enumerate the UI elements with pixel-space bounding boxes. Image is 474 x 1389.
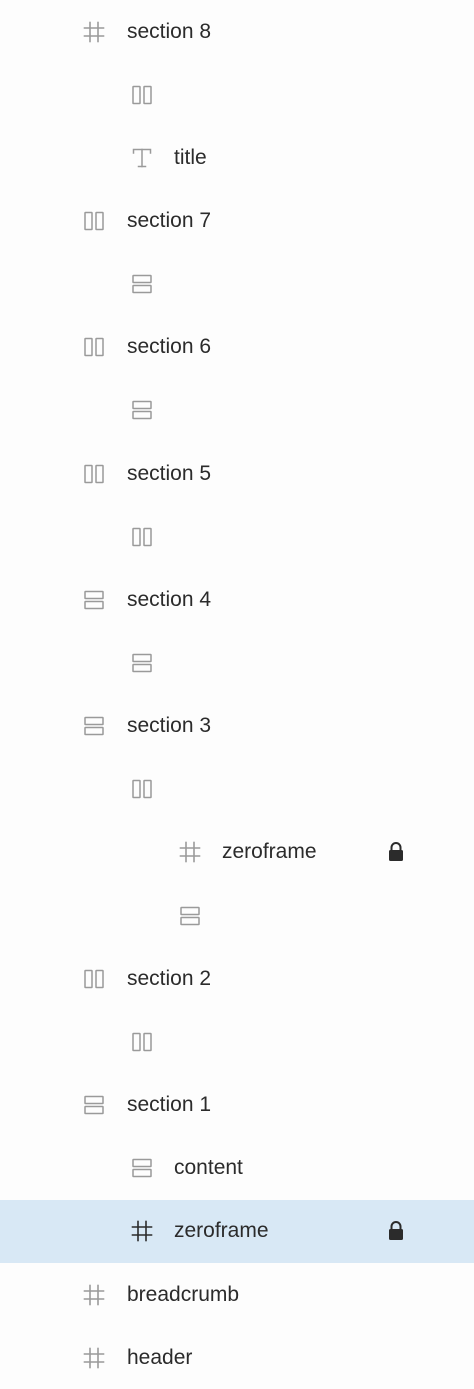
rows-icon bbox=[130, 272, 154, 296]
layer-row[interactable]: section 7 bbox=[0, 189, 474, 252]
layer-row[interactable]: zeroframe bbox=[0, 1199, 474, 1263]
layer-row[interactable] bbox=[0, 632, 474, 695]
layer-row[interactable]: content bbox=[0, 1137, 474, 1200]
columns-icon bbox=[130, 83, 154, 107]
rows-icon bbox=[82, 714, 106, 738]
layer-label: content bbox=[174, 1156, 243, 1180]
layer-row[interactable]: section 3 bbox=[0, 695, 474, 758]
layer-row[interactable]: section 2 bbox=[0, 947, 474, 1010]
frame-icon bbox=[178, 840, 202, 864]
layer-row[interactable] bbox=[0, 505, 474, 568]
layer-row[interactable] bbox=[0, 758, 474, 821]
layer-label: zeroframe bbox=[174, 1219, 269, 1243]
layer-row[interactable] bbox=[0, 253, 474, 316]
layer-label: section 2 bbox=[127, 966, 212, 990]
layer-label: section 1 bbox=[127, 1093, 212, 1117]
columns-icon bbox=[130, 1030, 154, 1054]
text-icon bbox=[130, 146, 154, 170]
columns-icon bbox=[82, 335, 106, 359]
layer-row[interactable] bbox=[0, 884, 474, 947]
layer-row[interactable]: header bbox=[0, 1326, 474, 1389]
layer-row[interactable]: section 4 bbox=[0, 568, 474, 631]
layer-label: section 3 bbox=[127, 714, 212, 738]
layer-row[interactable]: breadcrumb bbox=[0, 1263, 474, 1326]
layer-label: section 8 bbox=[127, 19, 212, 43]
columns-icon bbox=[130, 525, 154, 549]
layer-label: breadcrumb bbox=[127, 1282, 240, 1306]
layer-row[interactable]: zeroframe bbox=[0, 821, 474, 884]
layer-label: section 6 bbox=[127, 335, 212, 359]
rows-icon bbox=[82, 588, 106, 612]
layer-label: section 4 bbox=[127, 587, 212, 611]
layer-label: zeroframe bbox=[222, 840, 317, 864]
rows-icon bbox=[130, 398, 154, 422]
columns-icon bbox=[82, 209, 106, 233]
frame-icon bbox=[82, 20, 106, 44]
layer-row[interactable]: section 5 bbox=[0, 442, 474, 505]
layer-row[interactable]: section 6 bbox=[0, 316, 474, 379]
lock-icon[interactable] bbox=[384, 1219, 408, 1243]
layer-row[interactable] bbox=[0, 1010, 474, 1073]
rows-icon bbox=[130, 651, 154, 675]
rows-icon bbox=[82, 1093, 106, 1117]
layer-row[interactable] bbox=[0, 379, 474, 442]
layer-row[interactable]: title bbox=[0, 126, 474, 189]
rows-icon bbox=[130, 1156, 154, 1180]
frame-icon bbox=[130, 1219, 154, 1243]
layer-row[interactable]: section 1 bbox=[0, 1074, 474, 1137]
layer-label: title bbox=[174, 145, 207, 169]
columns-icon bbox=[82, 462, 106, 486]
layer-row[interactable] bbox=[0, 63, 474, 126]
lock-icon[interactable] bbox=[384, 840, 408, 864]
layer-label: header bbox=[127, 1345, 193, 1369]
layer-label: section 5 bbox=[127, 461, 212, 485]
layer-row[interactable]: section 8 bbox=[0, 0, 474, 63]
frame-icon bbox=[82, 1346, 106, 1370]
frame-icon bbox=[82, 1283, 106, 1307]
layer-label: section 7 bbox=[127, 208, 212, 232]
layers-panel: section 8 title section 7 section 6 sect… bbox=[0, 0, 474, 1389]
columns-icon bbox=[130, 777, 154, 801]
columns-icon bbox=[82, 967, 106, 991]
rows-icon bbox=[178, 904, 202, 928]
